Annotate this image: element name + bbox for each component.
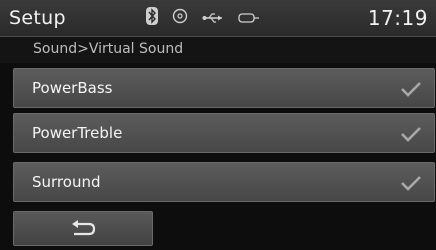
- option-label: Surround: [32, 173, 101, 191]
- usb-icon: [202, 9, 224, 28]
- checkmark-icon[interactable]: [400, 80, 422, 98]
- status-bar: Setup 17:19: [0, 0, 436, 37]
- disc-icon: [172, 8, 188, 28]
- checkmark-icon[interactable]: [400, 174, 422, 192]
- breadcrumb-text: Sound>Virtual Sound: [33, 41, 184, 57]
- option-powerbass[interactable]: PowerBass: [13, 68, 435, 108]
- option-label: PowerBass: [32, 79, 113, 97]
- breadcrumb: Sound>Virtual Sound: [0, 37, 436, 63]
- return-arrow-icon: [72, 220, 96, 236]
- aux-icon: [238, 9, 260, 28]
- option-label: PowerTreble: [32, 124, 123, 142]
- checkmark-icon[interactable]: [400, 125, 422, 143]
- status-icons: [146, 7, 274, 29]
- back-button[interactable]: [13, 211, 153, 246]
- option-powertreble[interactable]: PowerTreble: [13, 113, 435, 153]
- bluetooth-icon: [146, 7, 158, 29]
- page-title: Setup: [9, 7, 66, 29]
- option-surround[interactable]: Surround: [13, 162, 435, 202]
- clock: 17:19: [367, 6, 428, 30]
